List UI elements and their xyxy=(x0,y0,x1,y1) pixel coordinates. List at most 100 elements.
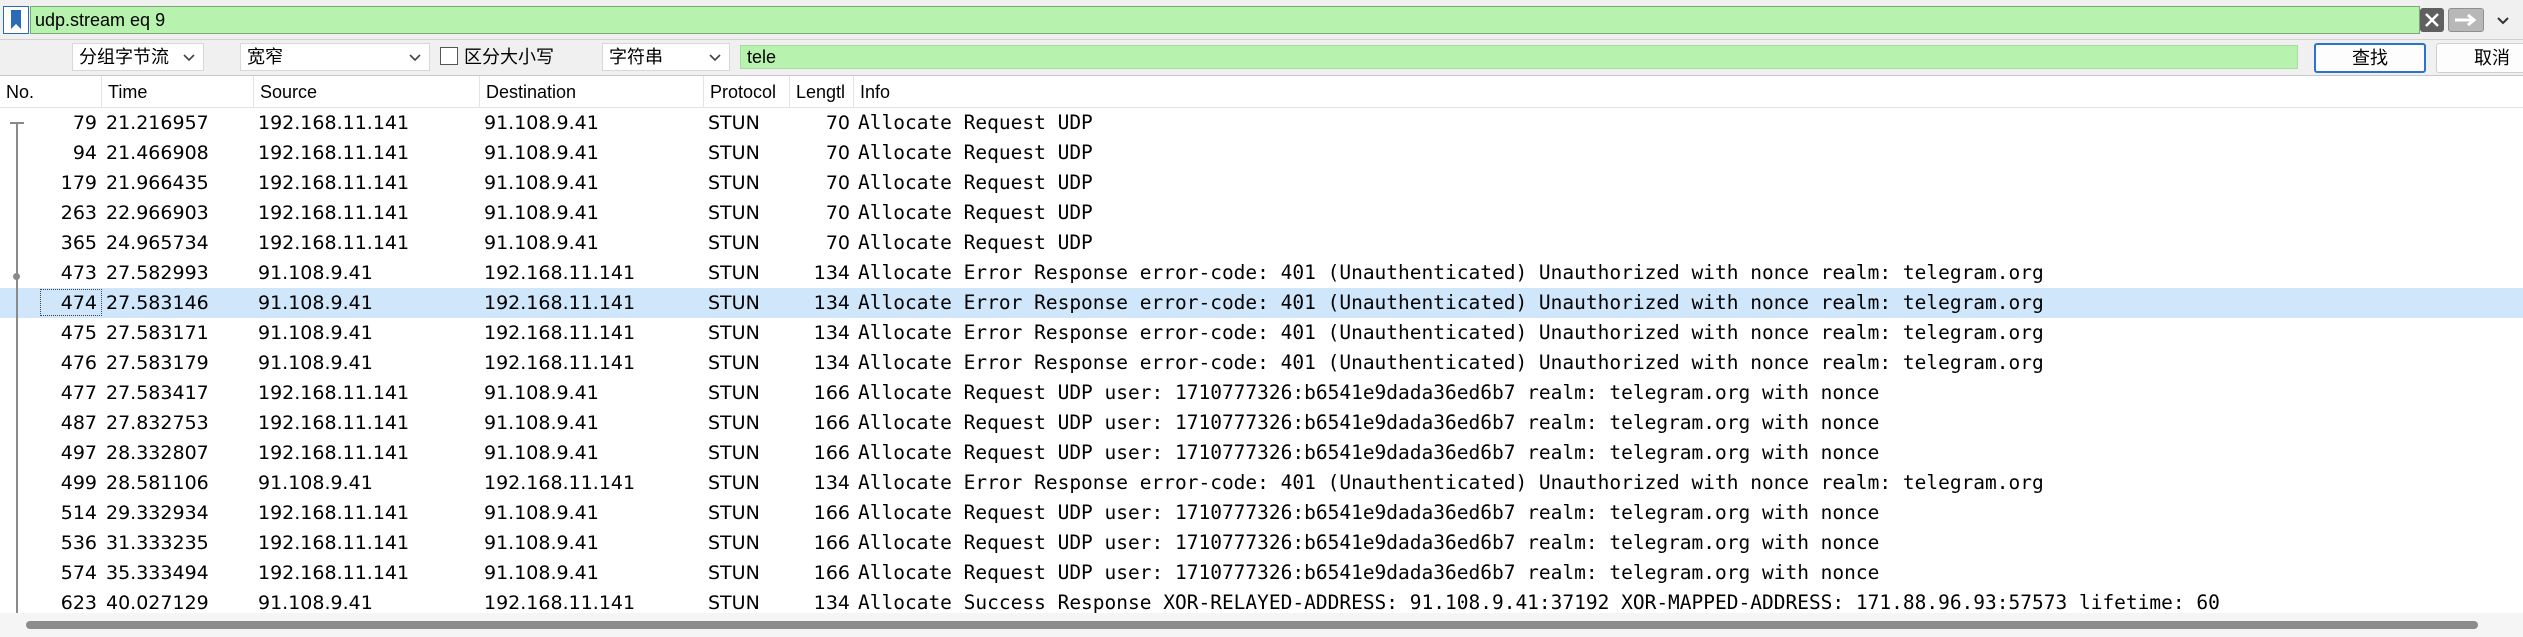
packet-row[interactable]: 497 28.332807 192.168.11.141 91.108.9.41 STU… xyxy=(0,438,2523,468)
packet-length: 134 xyxy=(813,352,850,374)
packet-length: 70 xyxy=(825,202,850,224)
packet-row[interactable]: 473 27.582993 91.108.9.41 192.168.11.141 STU… xyxy=(0,258,2523,288)
packet-destination: 91.108.9.41 xyxy=(484,172,599,194)
packet-row[interactable]: 574 35.333494 192.168.11.141 91.108.9.41 STU… xyxy=(0,558,2523,588)
packet-protocol: STUN xyxy=(708,142,760,164)
packet-destination: 91.108.9.41 xyxy=(484,382,599,404)
packet-protocol: STUN xyxy=(708,352,760,374)
column-header-destination[interactable]: Destination xyxy=(480,76,704,108)
cancel-button[interactable]: 取消 xyxy=(2436,43,2523,73)
packet-info: Allocate Request UDP user: 1710777326:b6… xyxy=(858,381,1880,404)
packet-source: 192.168.11.141 xyxy=(258,232,410,254)
packet-destination: 192.168.11.141 xyxy=(484,262,636,284)
char-width-combo[interactable]: 宽窄 xyxy=(240,43,430,71)
packet-row[interactable]: 474 27.583146 91.108.9.41 192.168.11.141 STU… xyxy=(0,288,2523,318)
packet-row[interactable]: 514 29.332934 192.168.11.141 91.108.9.41 STU… xyxy=(0,498,2523,528)
packet-protocol: STUN xyxy=(708,592,760,613)
packet-row[interactable]: 623 40.027129 91.108.9.41 192.168.11.141 STU… xyxy=(0,588,2523,613)
case-sensitive-checkbox[interactable]: 区分大小写 xyxy=(440,43,554,71)
packet-source: 192.168.11.141 xyxy=(258,382,410,404)
packet-info: Allocate Request UDP xyxy=(858,201,1093,224)
packet-time: 21.966435 xyxy=(106,172,209,194)
packet-length: 70 xyxy=(825,172,850,194)
packet-row[interactable]: 475 27.583171 91.108.9.41 192.168.11.141 STU… xyxy=(0,318,2523,348)
packet-row[interactable]: 263 22.966903 192.168.11.141 91.108.9.41 STU… xyxy=(0,198,2523,228)
scrollbar-thumb[interactable] xyxy=(26,621,2478,629)
apply-arrow-icon[interactable] xyxy=(2448,8,2484,32)
packet-time: 27.832753 xyxy=(106,412,209,434)
packet-info: Allocate Success Response XOR-RELAYED-AD… xyxy=(858,591,2220,613)
column-header-no[interactable]: No. xyxy=(0,76,102,108)
packet-row[interactable]: 179 21.966435 192.168.11.141 91.108.9.41 STU… xyxy=(0,168,2523,198)
horizontal-scrollbar[interactable] xyxy=(0,613,2523,637)
packet-destination: 91.108.9.41 xyxy=(484,412,599,434)
column-header-info[interactable]: Info xyxy=(854,76,2523,108)
packet-destination: 91.108.9.41 xyxy=(484,502,599,524)
packet-info: Allocate Error Response error-code: 401 … xyxy=(858,261,2044,284)
packet-source: 91.108.9.41 xyxy=(258,322,373,344)
packet-source: 91.108.9.41 xyxy=(258,472,373,494)
packet-info: Allocate Error Response error-code: 401 … xyxy=(858,351,2044,374)
packet-time: 27.583179 xyxy=(106,352,209,374)
packet-info: Allocate Request UDP user: 1710777326:b6… xyxy=(858,411,1880,434)
column-header-protocol[interactable]: Protocol xyxy=(704,76,790,108)
search-input[interactable]: tele xyxy=(740,45,2298,69)
search-type-value: 字符串 xyxy=(609,47,663,67)
search-type-combo[interactable]: 字符串 xyxy=(602,43,730,71)
packet-source: 192.168.11.141 xyxy=(258,412,410,434)
packet-length: 70 xyxy=(825,232,850,254)
chevron-down-icon xyxy=(707,44,723,70)
bookmark-icon[interactable] xyxy=(3,6,29,34)
checkbox-icon[interactable] xyxy=(440,47,458,66)
search-in-value: 分组字节流 xyxy=(79,47,169,67)
packet-list: 79 21.216957 192.168.11.141 91.108.9.41 STUN… xyxy=(0,108,2523,613)
packet-source: 192.168.11.141 xyxy=(258,202,410,224)
packet-row[interactable]: 79 21.216957 192.168.11.141 91.108.9.41 STUN… xyxy=(0,108,2523,138)
conversation-line xyxy=(16,124,18,613)
search-in-combo[interactable]: 分组字节流 xyxy=(72,43,204,71)
packet-destination: 91.108.9.41 xyxy=(484,442,599,464)
display-filter-input[interactable]: udp.stream eq 9 xyxy=(30,6,2420,34)
packet-length: 70 xyxy=(825,112,850,134)
column-header-time[interactable]: Time xyxy=(102,76,254,108)
packet-length: 166 xyxy=(813,382,850,404)
packet-length: 134 xyxy=(813,472,850,494)
packet-protocol: STUN xyxy=(708,292,760,314)
column-header-length[interactable]: Lengtl xyxy=(790,76,854,108)
packet-info: Allocate Request UDP xyxy=(858,171,1093,194)
packet-protocol: STUN xyxy=(708,472,760,494)
packet-row[interactable]: 477 27.583417 192.168.11.141 91.108.9.41 STU… xyxy=(0,378,2523,408)
packet-length: 166 xyxy=(813,442,850,464)
packet-info: Allocate Error Response error-code: 401 … xyxy=(858,291,2044,314)
packet-source: 91.108.9.41 xyxy=(258,592,373,613)
clear-icon[interactable] xyxy=(2420,8,2444,32)
packet-length: 134 xyxy=(813,322,850,344)
packet-length: 134 xyxy=(813,262,850,284)
packet-row[interactable]: 365 24.965734 192.168.11.141 91.108.9.41 STU… xyxy=(0,228,2523,258)
packet-protocol: STUN xyxy=(708,262,760,284)
case-sensitive-label: 区分大小写 xyxy=(464,47,554,67)
packet-destination: 192.168.11.141 xyxy=(484,352,636,374)
column-header-source[interactable]: Source xyxy=(254,76,480,108)
packet-row[interactable]: 94 21.466908 192.168.11.141 91.108.9.41 STUN… xyxy=(0,138,2523,168)
packet-info: Allocate Request UDP xyxy=(858,141,1093,164)
packet-time: 28.332807 xyxy=(106,442,209,464)
find-button[interactable]: 查找 xyxy=(2314,43,2426,73)
packet-info: Allocate Request UDP user: 1710777326:b6… xyxy=(858,501,1880,524)
packet-row[interactable]: 536 31.333235 192.168.11.141 91.108.9.41 STU… xyxy=(0,528,2523,558)
packet-source: 192.168.11.141 xyxy=(258,562,410,584)
packet-source: 192.168.11.141 xyxy=(258,112,410,134)
packet-time: 35.333494 xyxy=(106,562,209,584)
packet-destination: 192.168.11.141 xyxy=(484,322,636,344)
packet-protocol: STUN xyxy=(708,532,760,554)
packet-row[interactable]: 499 28.581106 91.108.9.41 192.168.11.141 STU… xyxy=(0,468,2523,498)
packet-row[interactable]: 487 27.832753 192.168.11.141 91.108.9.41 STU… xyxy=(0,408,2523,438)
packet-destination: 91.108.9.41 xyxy=(484,562,599,584)
packet-info: Allocate Request UDP user: 1710777326:b6… xyxy=(858,531,1880,554)
packet-length: 166 xyxy=(813,562,850,584)
packet-length: 166 xyxy=(813,502,850,524)
packet-row[interactable]: 476 27.583179 91.108.9.41 192.168.11.141 STU… xyxy=(0,348,2523,378)
chevron-down-icon[interactable] xyxy=(2488,6,2518,34)
packet-protocol: STUN xyxy=(708,322,760,344)
display-filter-bar: udp.stream eq 9 xyxy=(0,0,2523,40)
